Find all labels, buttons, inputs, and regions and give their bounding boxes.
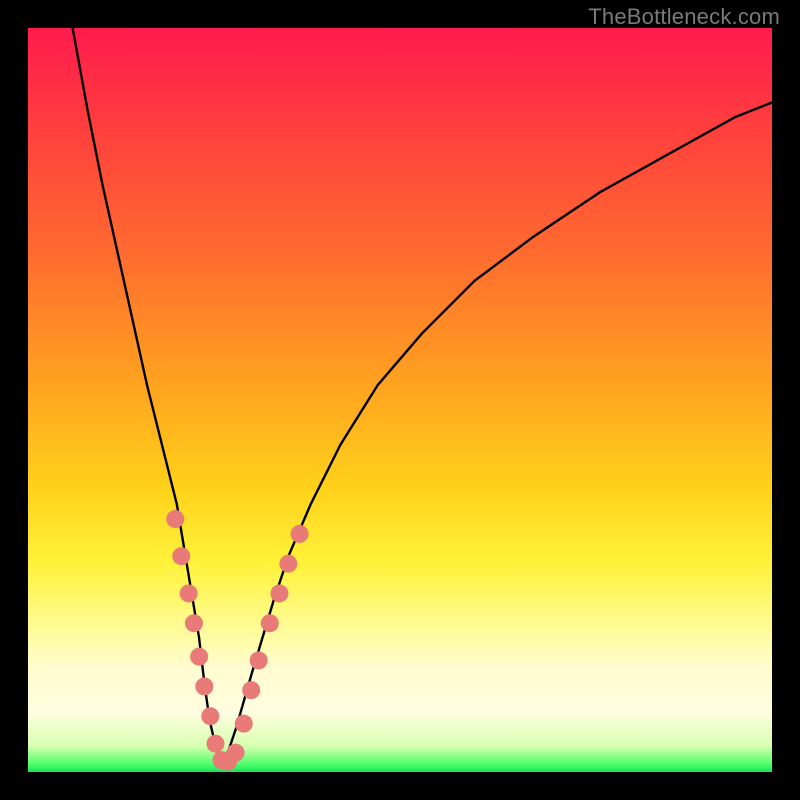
data-dot bbox=[250, 651, 268, 669]
data-dot bbox=[242, 681, 260, 699]
curve-bottleneck-curve-right bbox=[221, 102, 772, 763]
chart-frame: TheBottleneck.com bbox=[0, 0, 800, 800]
data-dots bbox=[166, 510, 308, 771]
data-dot bbox=[201, 707, 219, 725]
data-dot bbox=[279, 555, 297, 573]
data-dot bbox=[185, 614, 203, 632]
data-dot bbox=[261, 614, 279, 632]
watermark-text: TheBottleneck.com bbox=[588, 4, 780, 30]
data-dot bbox=[166, 510, 184, 528]
data-dot bbox=[235, 715, 253, 733]
curve-lines bbox=[73, 28, 772, 763]
data-dot bbox=[291, 525, 309, 543]
data-dot bbox=[180, 584, 198, 602]
plot-area bbox=[28, 28, 772, 772]
data-dot bbox=[190, 648, 208, 666]
data-dot bbox=[172, 547, 190, 565]
data-dot bbox=[270, 584, 288, 602]
data-dot bbox=[195, 677, 213, 695]
bottleneck-chart-svg bbox=[28, 28, 772, 772]
data-dot bbox=[206, 735, 224, 753]
data-dot bbox=[227, 744, 245, 762]
